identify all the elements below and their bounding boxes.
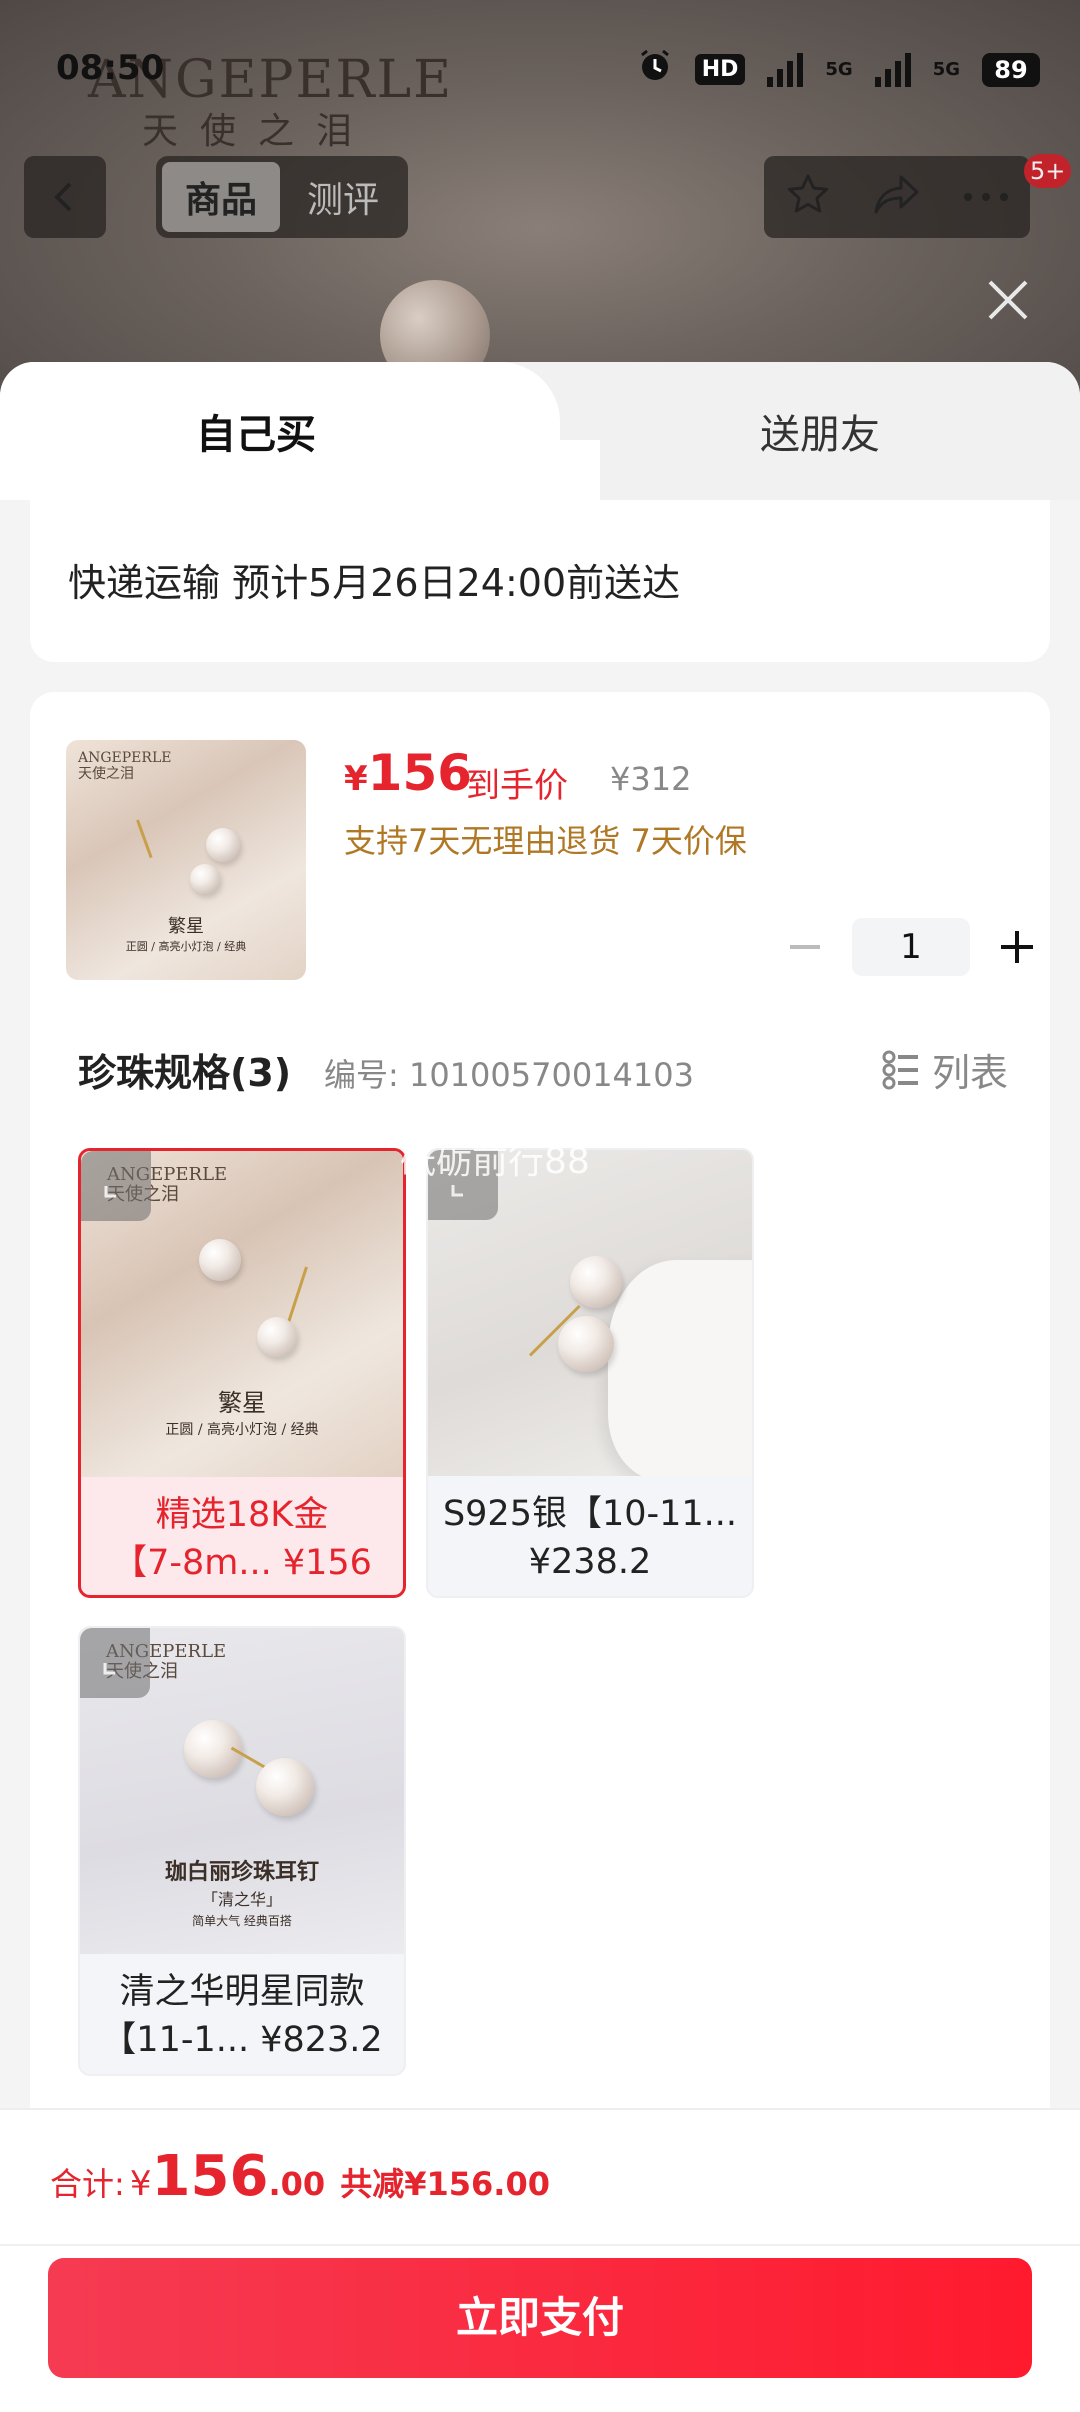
tab-reviews[interactable]: 测评 bbox=[284, 162, 402, 232]
decrease-button[interactable] bbox=[776, 918, 834, 976]
network-label: 5G bbox=[932, 59, 960, 80]
quantity-stepper: 1 bbox=[776, 918, 1046, 976]
tab-self-buy[interactable]: 自己买 bbox=[196, 402, 316, 460]
product-code: 编号: 10100570014103 bbox=[324, 1056, 694, 1094]
final-price-label: 到手价 bbox=[466, 766, 568, 806]
share-icon[interactable] bbox=[871, 171, 923, 223]
tab-goods[interactable]: 商品 bbox=[162, 162, 280, 232]
checkout-footer: 合计: ¥156.00 共减¥156.00 立即支付 bbox=[0, 2108, 1080, 2412]
option-label: S925银【10-11... ¥238.2 bbox=[442, 1494, 738, 1582]
option-label: 清之华明星同款 【11-1... ¥823.2 bbox=[101, 1972, 383, 2060]
divider bbox=[0, 2244, 1080, 2246]
watermark: 砥砺前行88 bbox=[400, 1141, 590, 1182]
pearl-image bbox=[190, 864, 220, 894]
hd-icon: HD bbox=[694, 54, 746, 85]
expand-icon[interactable] bbox=[81, 1151, 151, 1221]
original-price: ¥312 bbox=[610, 760, 692, 798]
increase-button[interactable] bbox=[988, 918, 1046, 976]
page-segment-control: 商品 测评 bbox=[156, 156, 408, 238]
list-view-toggle[interactable]: 列表 bbox=[882, 1042, 1008, 1097]
star-icon[interactable] bbox=[784, 171, 832, 223]
delivery-info: 快递运输 预计5月26日24:00前送达 bbox=[30, 500, 1050, 662]
purchase-mode-tabs: 自己买 送朋友 bbox=[0, 362, 1080, 500]
spec-option-18k-gold[interactable]: ANGEPERLE 天使之泪 繁星 正圆 / 高亮小灯泡 / 经典 精选18K金… bbox=[78, 1148, 406, 1598]
purchase-sheet: 自己买 送朋友 快递运输 预计5月26日24:00前送达 ANGEPERLE 天… bbox=[0, 362, 1080, 2412]
quantity-input[interactable]: 1 bbox=[852, 918, 970, 976]
final-price: ¥156 bbox=[344, 744, 473, 802]
thumb-subtitle: 正圆 / 高亮小灯泡 / 经典 bbox=[125, 940, 247, 953]
list-icon bbox=[882, 1050, 918, 1089]
option-image: ANGEPERLE 天使之泪 珈白丽珍珠耳钉 「清之华」 简单大气 经典百搭 bbox=[80, 1628, 404, 1954]
more-icon[interactable] bbox=[962, 188, 1010, 207]
minus-icon bbox=[790, 945, 820, 949]
plus-icon bbox=[1001, 931, 1033, 963]
guarantee-text: 支持7天无理由退货 7天价保 bbox=[344, 822, 747, 860]
option-image bbox=[428, 1150, 752, 1476]
pearl-image bbox=[206, 828, 240, 862]
spec-option-s925-silver[interactable]: S925银【10-11... ¥238.2 bbox=[426, 1148, 754, 1598]
thumb-title: 繁星 bbox=[168, 916, 204, 937]
network-label: 5G bbox=[825, 59, 853, 80]
spec-option-qingzhihua[interactable]: ANGEPERLE 天使之泪 珈白丽珍珠耳钉 「清之华」 简单大气 经典百搭 清… bbox=[78, 1626, 406, 2076]
expand-icon[interactable] bbox=[80, 1628, 150, 1698]
thumb-brand: ANGEPERLE 天使之泪 bbox=[78, 750, 172, 782]
spec-header: 珍珠规格(3) 编号: 10100570014103 列表 bbox=[78, 1038, 1008, 1098]
stone-prop bbox=[608, 1260, 752, 1476]
status-bar: 08:50 HD 5G 5G 89 bbox=[0, 40, 1080, 100]
discount-amount: 共减¥156.00 bbox=[340, 2165, 550, 2203]
pay-now-button[interactable]: 立即支付 bbox=[48, 2258, 1032, 2378]
delivery-text: 快递运输 预计5月26日24:00前送达 bbox=[68, 561, 681, 605]
product-thumbnail[interactable]: ANGEPERLE 天使之泪 繁星 正圆 / 高亮小灯泡 / 经典 bbox=[66, 740, 306, 980]
battery-indicator: 89 bbox=[982, 52, 1040, 87]
tab-send-friend[interactable]: 送朋友 bbox=[760, 402, 880, 460]
back-button[interactable] bbox=[24, 156, 106, 238]
option-label: 精选18K金 【7-8m... ¥156 bbox=[112, 1495, 372, 1583]
spec-options: ANGEPERLE 天使之泪 繁星 正圆 / 高亮小灯泡 / 经典 精选18K金… bbox=[78, 1148, 798, 2108]
signal-icon bbox=[767, 52, 804, 87]
status-time: 08:50 bbox=[56, 48, 165, 88]
earring-pin bbox=[136, 819, 153, 859]
chevron-left-icon bbox=[54, 182, 72, 212]
option-image: ANGEPERLE 天使之泪 繁星 正圆 / 高亮小灯泡 / 经典 bbox=[81, 1151, 403, 1477]
alarm-icon bbox=[637, 48, 673, 91]
signal-icon bbox=[874, 52, 911, 87]
nav-actions bbox=[764, 156, 1030, 238]
close-icon[interactable] bbox=[980, 272, 1036, 328]
spec-title: 珍珠规格(3) bbox=[78, 1051, 292, 1095]
message-badge: 5+ bbox=[1024, 154, 1072, 188]
order-total: 合计: ¥156.00 共减¥156.00 bbox=[50, 2144, 550, 2209]
